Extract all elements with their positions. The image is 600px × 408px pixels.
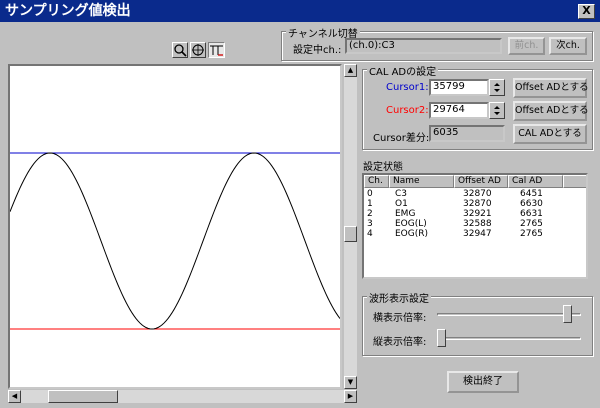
table-row[interactable]: 0 C3 32870 6451 xyxy=(364,189,575,199)
target-icon xyxy=(192,44,204,56)
channel-status-list[interactable]: Ch. Name Offset AD Cal AD 0 C3 32870 6451 1 O… xyxy=(362,173,588,279)
cursor2-label: Cursor2: xyxy=(386,105,429,116)
table-cell: EOG(R) xyxy=(395,229,429,239)
waveform-plot[interactable] xyxy=(8,64,342,389)
cursor2-input[interactable]: 29764 xyxy=(429,102,489,119)
table-cell: 3 xyxy=(367,219,373,229)
zoom-icon xyxy=(174,44,187,57)
cursor-diff-field: 6035 xyxy=(429,125,505,142)
table-cell: 6630 xyxy=(520,199,543,209)
h-zoom-slider[interactable] xyxy=(562,305,572,323)
table-cell: O1 xyxy=(395,199,408,209)
table-row[interactable]: 2 EMG 32921 6631 xyxy=(364,209,575,219)
scroll-down-button[interactable]: ▼ xyxy=(344,376,357,389)
cursor-mode-icon xyxy=(210,45,223,56)
scroll-right-button[interactable]: ▶ xyxy=(344,390,357,403)
h-zoom-label: 横表示倍率: xyxy=(373,313,427,324)
v-zoom-track[interactable] xyxy=(437,337,581,340)
table-cell: 2 xyxy=(367,209,373,219)
table-row[interactable]: 3 EOG(L) 32588 2765 xyxy=(364,219,575,229)
horizontal-scroll-thumb[interactable] xyxy=(48,390,118,403)
v-zoom-slider[interactable] xyxy=(437,329,447,347)
cal-ad-label: CAL ADの設定 xyxy=(367,63,439,78)
vertical-scroll-thumb[interactable] xyxy=(344,226,357,242)
table-cell: 32947 xyxy=(463,229,492,239)
v-zoom-label: 縦表示倍率: xyxy=(373,337,427,348)
cursor1-spinner[interactable] xyxy=(489,79,505,96)
status-table: 0 C3 32870 6451 1 O1 32870 6630 2 EMG 32921 6631 3 EO… xyxy=(364,189,575,239)
h-zoom-track[interactable] xyxy=(437,313,581,316)
target-button[interactable] xyxy=(190,42,206,58)
scroll-right-icon: ▶ xyxy=(347,392,354,400)
column-header-cal[interactable]: Cal AD xyxy=(508,175,563,188)
close-button[interactable]: X xyxy=(578,4,595,19)
table-cell: C3 xyxy=(395,189,408,199)
table-row[interactable]: 4 EOG(R) 32947 2765 xyxy=(364,229,575,239)
scroll-left-button[interactable]: ◀ xyxy=(8,390,21,403)
cal-ad-button[interactable]: CAL ADとする xyxy=(513,124,587,144)
status-rows: 0 C3 32870 6451 1 O1 32870 6630 2 EMG 32921 6631 3 EO… xyxy=(364,189,586,239)
table-cell: 6631 xyxy=(520,209,543,219)
zoom-button[interactable] xyxy=(172,42,188,58)
table-cell: 4 xyxy=(367,229,373,239)
table-cell: 6451 xyxy=(520,189,543,199)
cursor1-label: Cursor1: xyxy=(386,82,429,93)
table-cell: EOG(L) xyxy=(395,219,427,229)
table-cell: 32870 xyxy=(463,189,492,199)
cursor-mode-button[interactable] xyxy=(208,42,225,58)
table-cell: 32870 xyxy=(463,199,492,209)
column-header-offset[interactable]: Offset AD xyxy=(454,175,508,188)
offset-ad-button-1[interactable]: Offset ADとする xyxy=(513,78,589,98)
column-header-blank xyxy=(563,175,586,188)
finish-detection-button[interactable]: 検出終了 xyxy=(447,371,519,393)
column-header-name[interactable]: Name xyxy=(389,175,454,188)
waveform-trace xyxy=(10,152,340,330)
spinner-icon xyxy=(494,106,500,115)
current-channel-label: 設定中ch.: xyxy=(293,45,342,56)
table-cell: EMG xyxy=(395,209,416,219)
spinner-icon xyxy=(494,83,500,92)
window-title: サンプリング値検出 xyxy=(5,3,131,19)
scroll-up-button[interactable]: ▲ xyxy=(344,64,357,77)
table-cell: 32588 xyxy=(463,219,492,229)
column-header-ch[interactable]: Ch. xyxy=(364,175,389,188)
offset-ad-button-2[interactable]: Offset ADとする xyxy=(513,101,589,121)
scroll-down-icon: ▼ xyxy=(347,378,354,386)
current-channel-field: (ch.0):C3 xyxy=(345,38,502,54)
table-cell: 1 xyxy=(367,199,373,209)
table-cell: 0 xyxy=(367,189,373,199)
cursor2-spinner[interactable] xyxy=(489,102,505,119)
cursor1-input[interactable]: 35799 xyxy=(429,79,489,96)
table-cell: 2765 xyxy=(520,229,543,239)
waveform-settings-label: 波形表示設定 xyxy=(367,290,431,305)
table-row[interactable]: 1 O1 32870 6630 xyxy=(364,199,575,209)
table-cell: 2765 xyxy=(520,219,543,229)
close-icon: X xyxy=(582,4,591,17)
prev-channel-button[interactable]: 前ch. xyxy=(508,37,545,55)
next-channel-button[interactable]: 次ch. xyxy=(549,37,587,55)
scroll-up-icon: ▲ xyxy=(347,66,354,74)
status-label: 設定状態 xyxy=(363,162,403,173)
table-cell: 32921 xyxy=(463,209,492,219)
cursor-diff-label: Cursor差分: xyxy=(373,133,430,144)
scroll-left-icon: ◀ xyxy=(11,392,18,400)
